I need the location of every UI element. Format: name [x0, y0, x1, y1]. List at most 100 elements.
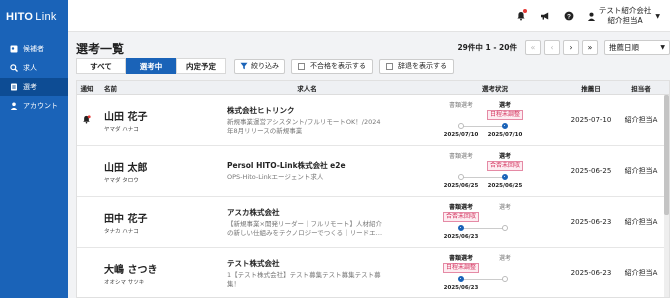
- recommend-date: 2025-06-23: [570, 218, 612, 226]
- search-icon: [10, 64, 18, 72]
- stage-label: 選考: [498, 204, 511, 211]
- progress-line: [461, 126, 505, 127]
- candidate-cell[interactable]: 山田 花子 ヤマダ ハナコ: [97, 108, 227, 133]
- app-logo[interactable]: HITO Link: [0, 0, 68, 34]
- sidebar: HITO Link 候補者 求人 選考 アカウント: [0, 0, 68, 298]
- stage-node: [502, 276, 508, 282]
- filter-icon: [240, 62, 248, 70]
- status-progress[interactable]: 書類選考 選考 合否未回収 2025/06/25 2025/06/25: [427, 146, 563, 196]
- stage-node: [502, 174, 508, 180]
- stage-label: 書類選考: [448, 153, 473, 160]
- company-name[interactable]: テスト株式会社: [227, 258, 427, 269]
- table-row[interactable]: 山田 太郎 ヤマダ タロウ Persol HITO-Link株式会社 e2e OPS-…: [77, 146, 669, 197]
- progress-line: [461, 279, 505, 280]
- table-row[interactable]: 田中 花子 タナカ ハナコ アスカ株式会社 【新規事業×開発リーダー｜フルリモート】人…: [77, 197, 669, 248]
- sort-select[interactable]: 推薦日順 ▼: [604, 40, 670, 55]
- table-header: 通知 名前 求人名 選考状況 推薦日 担当者: [77, 81, 669, 95]
- last-page-button[interactable]: »: [582, 40, 598, 55]
- table-row[interactable]: 大嶋 さつき オオシマ サツキ テスト株式会社 1【テスト株式会社】テスト募集テスト募…: [77, 248, 669, 297]
- sidebar-item-candidates[interactable]: 候補者: [0, 40, 68, 58]
- stage-label: 書類選考: [448, 255, 473, 262]
- scrollbar-thumb[interactable]: [664, 95, 669, 215]
- sidebar-item-selection[interactable]: 選考: [0, 78, 68, 96]
- candidate-name[interactable]: 大嶋 さつき: [104, 261, 227, 276]
- sidebar-item-label: アカウント: [23, 102, 58, 110]
- stage-label: 選考: [498, 102, 511, 109]
- filter-label: 絞り込み: [251, 62, 279, 70]
- stage-date: 2025/06/25: [487, 183, 523, 189]
- owner: 紹介担当A: [624, 116, 658, 124]
- notification-button[interactable]: [513, 8, 529, 24]
- bell-icon: [83, 115, 91, 124]
- chevron-down-icon: ▼: [660, 44, 665, 51]
- megaphone-icon: [540, 12, 549, 20]
- job-title: 【新規事業×開発リーダー｜フルリモート】人材紹介の新しい仕組みをテクノロジーでつ…: [227, 219, 383, 237]
- sidebar-nav: 候補者 求人 選考 アカウント: [0, 40, 68, 115]
- show-failed-checkbox[interactable]: 不合格を表示する: [291, 58, 373, 74]
- candidate-cell[interactable]: 山田 太郎ヤマダ タロウ: [97, 159, 227, 184]
- recommend-date: 2025-06-23: [570, 269, 612, 277]
- candidate-kana: タナカ ハナコ: [104, 228, 139, 235]
- candidate-kana: ヤマダ タロウ: [104, 177, 139, 184]
- next-page-button[interactable]: ›: [563, 40, 579, 55]
- sidebar-item-label: 求人: [23, 64, 37, 72]
- stage-label: 書類選考: [448, 102, 473, 109]
- status-progress[interactable]: 書類選考 選考 合否未回収 2025/06/23: [427, 197, 563, 247]
- table-body: 山田 花子 ヤマダ ハナコ 株式会社ヒトリンク 新規事業運営アシスタント/フルリモート…: [77, 95, 669, 297]
- stage-node: [502, 225, 508, 231]
- sort-selected: 推薦日順: [609, 43, 639, 52]
- stage-label: 選考: [498, 255, 511, 262]
- owner: 紹介担当A: [624, 218, 658, 226]
- stage-date: 2025/07/10: [487, 132, 523, 138]
- stage-label: 選考: [498, 153, 511, 160]
- company-name[interactable]: アスカ株式会社: [227, 207, 427, 218]
- help-button[interactable]: ?: [561, 8, 577, 24]
- candidate-name[interactable]: 山田 太郎: [104, 159, 227, 174]
- clipboard-icon: [11, 83, 17, 91]
- prev-page-button[interactable]: ‹: [544, 40, 560, 55]
- stage-node: [458, 123, 464, 129]
- status-progress[interactable]: 書類選考 選考 日程未調整 2025/06/23: [427, 248, 563, 297]
- sidebar-item-label: 選考: [23, 83, 37, 91]
- job-cell[interactable]: Persol HITO-Link株式会社 e2e OPS-Hito-Linkエージ…: [227, 160, 427, 182]
- checkbox-label: 不合格を表示する: [310, 62, 366, 70]
- candidate-name[interactable]: 山田 花子: [104, 108, 227, 123]
- show-declined-checkbox[interactable]: 辞退を表示する: [379, 58, 454, 74]
- tab-all[interactable]: すべて: [76, 58, 126, 74]
- checkbox-box: [298, 62, 305, 70]
- company-name[interactable]: Persol HITO-Link株式会社 e2e: [227, 160, 427, 171]
- sidebar-item-jobs[interactable]: 求人: [0, 59, 68, 77]
- sidebar-item-account[interactable]: アカウント: [0, 97, 68, 115]
- stage-node: [502, 123, 508, 129]
- tab-offer-planned[interactable]: 内定予定: [176, 58, 226, 74]
- job-cell[interactable]: テスト株式会社 1【テスト株式会社】テスト募集テスト募集テスト募集！: [227, 258, 427, 289]
- checkbox-label: 辞退を表示する: [398, 62, 447, 70]
- status-progress[interactable]: 書類選考 選考 日程未調整 2025/07/10 2025/07/10: [427, 95, 563, 145]
- filter-button[interactable]: 絞り込み: [234, 58, 285, 74]
- company-name[interactable]: 株式会社ヒトリンク: [227, 105, 427, 116]
- recommend-date: 2025-06-25: [570, 167, 612, 175]
- user-menu[interactable]: テスト紹介会社 紹介担当A ▼: [587, 6, 660, 26]
- candidate-name[interactable]: 田中 花子: [104, 210, 227, 225]
- job-title: 新規事業運営アシスタント/フルリモートOK！/2024年8月リリースの新規事業: [227, 117, 381, 135]
- candidate-cell[interactable]: 大嶋 さつき オオシマ サツキ: [97, 261, 227, 286]
- job-cell[interactable]: アスカ株式会社 【新規事業×開発リーダー｜フルリモート】人材紹介の新しい仕組みをテ…: [227, 207, 427, 238]
- stage-label: 書類選考: [448, 204, 473, 211]
- checkbox-box: [386, 62, 393, 70]
- result-count: 29件中 1 - 20件: [457, 43, 517, 52]
- person-icon: [587, 12, 595, 21]
- notification-dot: [522, 9, 527, 13]
- first-page-button[interactable]: «: [525, 40, 541, 55]
- candidate-cell[interactable]: 田中 花子タナカ ハナコ: [97, 210, 227, 235]
- tab-in-selection[interactable]: 選考中: [126, 58, 176, 74]
- col-name: 名前: [104, 84, 117, 93]
- owner: 紹介担当A: [624, 167, 658, 175]
- stage-date: 2025/06/25: [443, 183, 479, 189]
- user-name: 紹介担当A: [607, 16, 643, 25]
- stage-date: 2025/06/23: [443, 285, 479, 291]
- table-row[interactable]: 山田 花子 ヤマダ ハナコ 株式会社ヒトリンク 新規事業運営アシスタント/フルリモート…: [77, 95, 669, 146]
- stage-node: [458, 225, 464, 231]
- announcement-button[interactable]: [537, 8, 553, 24]
- notice-cell: [77, 248, 97, 297]
- job-cell[interactable]: 株式会社ヒトリンク 新規事業運営アシスタント/フルリモートOK！/2024年8月リ…: [227, 105, 427, 136]
